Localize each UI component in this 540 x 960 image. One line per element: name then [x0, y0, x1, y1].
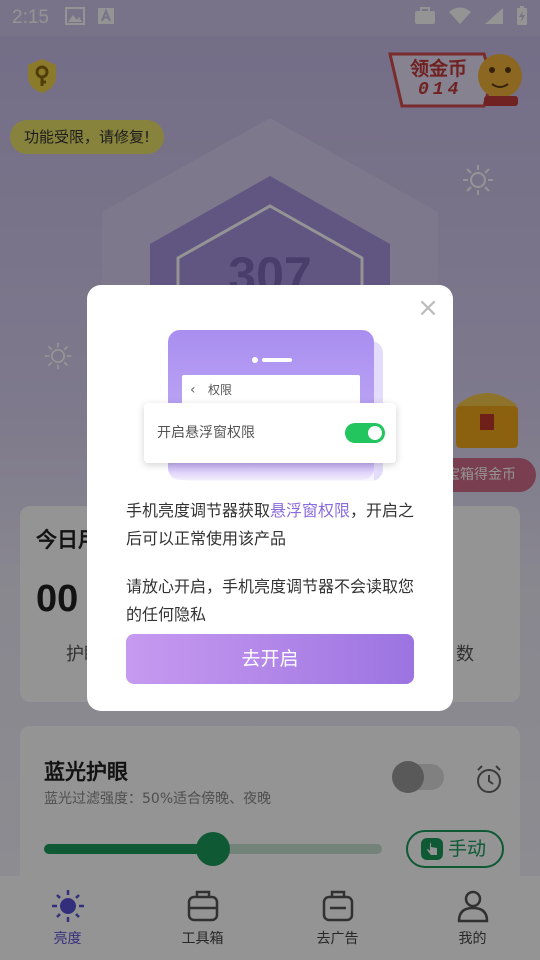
- close-icon[interactable]: ×: [415, 295, 441, 321]
- dialog-message-1: 手机亮度调节器获取悬浮窗权限，开启之后可以正常使用该产品: [126, 497, 418, 553]
- illus-bar-label: 权限: [208, 383, 233, 397]
- overlay-permission-link[interactable]: 悬浮窗权限: [270, 501, 350, 520]
- permission-dialog: × ‹ 权限 开启悬浮窗权限 手机亮度调节器获取悬浮窗权限，开启之后可以正常使用…: [87, 285, 453, 711]
- illus-permission-bar: ‹ 权限: [182, 375, 360, 405]
- chevron-left-icon: ‹: [190, 382, 196, 398]
- illus-toggle: [345, 423, 385, 443]
- illus-dots-icon: [252, 348, 292, 363]
- illus-card-label: 开启悬浮窗权限: [157, 425, 255, 441]
- illus-fade: [168, 463, 374, 485]
- dialog-message-2: 请放心开启，手机亮度调节器不会读取您的任何隐私: [126, 577, 415, 624]
- msg1-pre: 手机亮度调节器获取: [126, 501, 271, 520]
- go-enable-button[interactable]: 去开启: [126, 634, 414, 684]
